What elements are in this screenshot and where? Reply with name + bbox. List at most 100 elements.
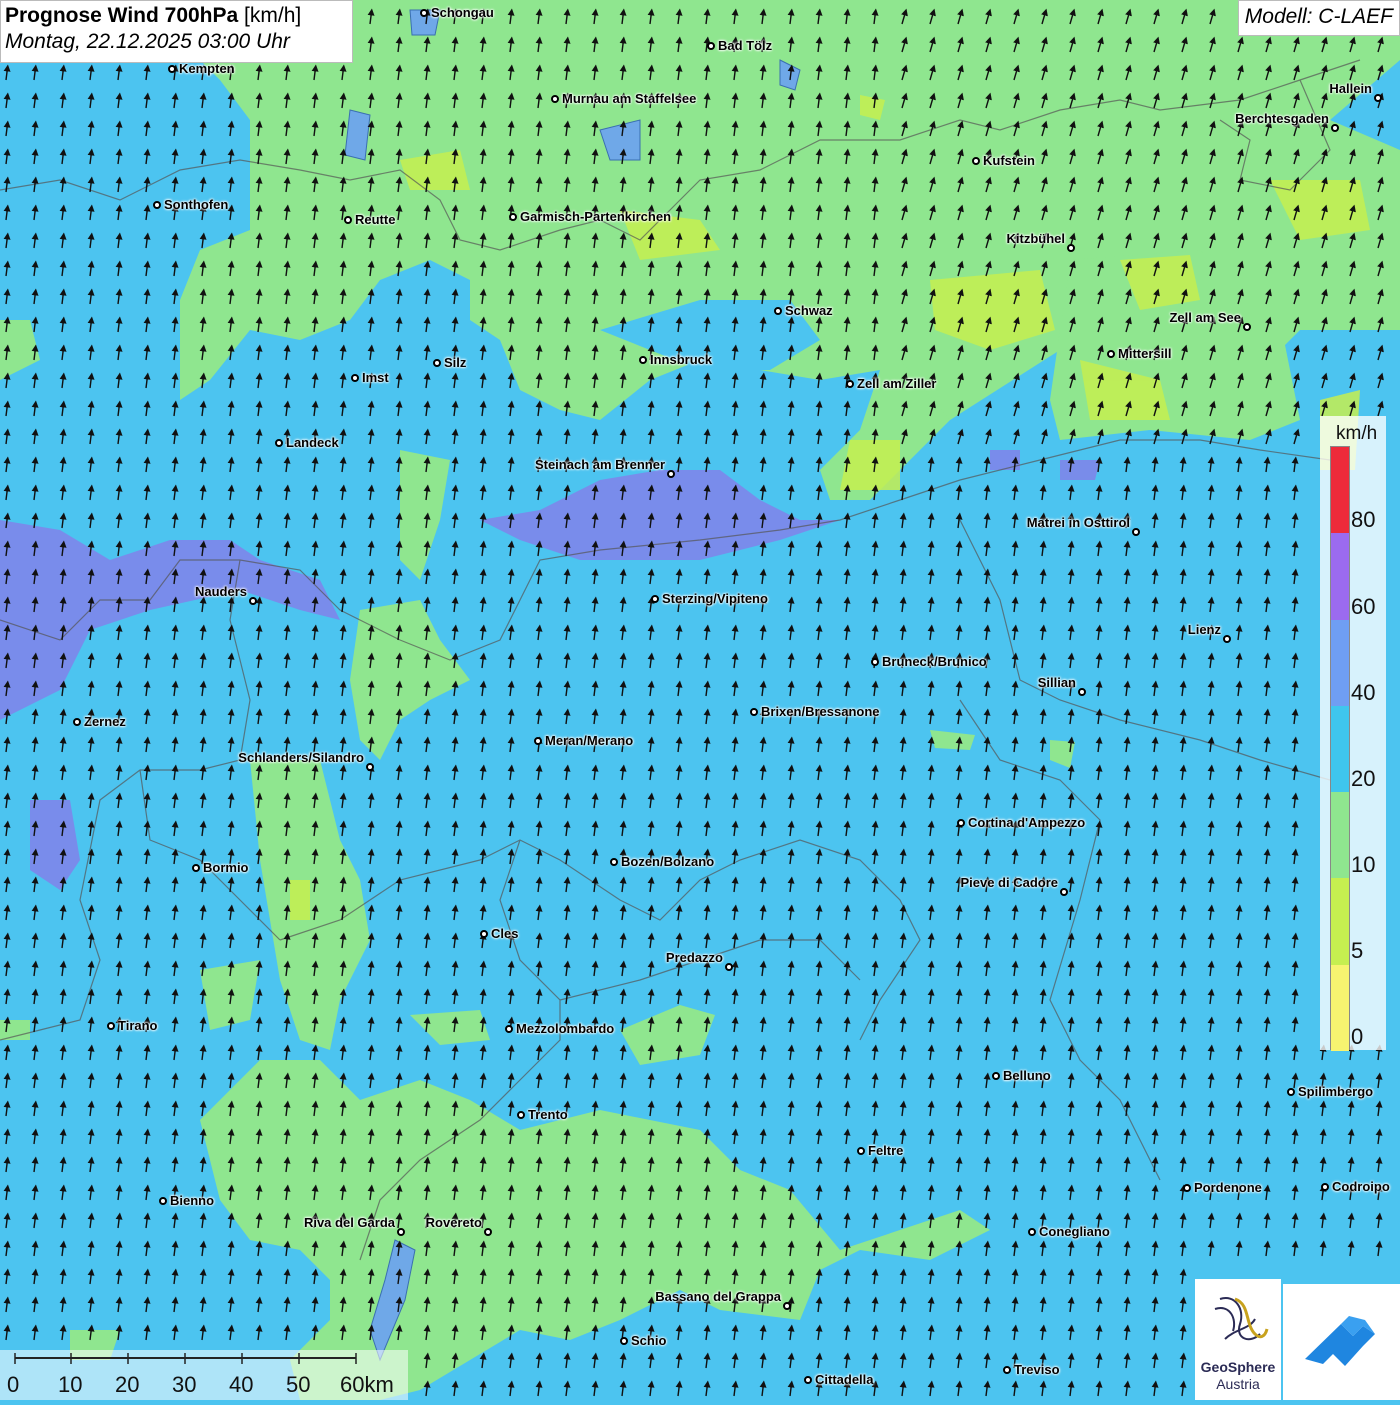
geosphere-emblem-icon — [1214, 1297, 1269, 1341]
city-label: Murnau am Staffelsee — [562, 91, 697, 106]
city-label: Meran/Merano — [545, 733, 634, 748]
city-label: Spilimbergo — [1298, 1084, 1374, 1099]
city-label: Treviso — [1014, 1362, 1060, 1377]
city-marker — [846, 380, 854, 388]
city-label: Zell am See — [1169, 310, 1241, 325]
city-label: Kufstein — [983, 153, 1035, 168]
city-label: Silz — [444, 355, 467, 370]
legend-segment — [1331, 792, 1349, 879]
city-marker — [972, 157, 980, 165]
city-marker — [551, 95, 559, 103]
city-marker — [397, 1228, 405, 1236]
scale-label: 0 — [7, 1372, 20, 1397]
city-marker — [1132, 528, 1140, 536]
legend-colorbar — [1330, 446, 1350, 1051]
city-label: Sonthofen — [164, 197, 229, 212]
city-label: Feltre — [868, 1143, 904, 1158]
city-marker — [639, 356, 647, 364]
city-marker — [804, 1376, 812, 1384]
city-marker — [505, 1025, 513, 1033]
city-marker — [750, 708, 758, 716]
city-label: Pieve di Cadore — [960, 875, 1058, 890]
city-label: Bormio — [203, 860, 249, 875]
city-marker — [1060, 888, 1068, 896]
legend-label: 60 — [1351, 594, 1376, 619]
city-marker — [1374, 94, 1382, 102]
scale-label: 40 — [229, 1372, 254, 1397]
city-label: Schio — [631, 1333, 667, 1348]
legend-label: 40 — [1351, 680, 1376, 705]
city-marker — [725, 963, 733, 971]
city-label: Tirano — [118, 1018, 158, 1033]
city-label: Garmisch-Partenkirchen — [520, 209, 672, 224]
city-marker — [509, 213, 517, 221]
city-label: Lienz — [1187, 622, 1221, 637]
weather-app-logo — [1283, 1284, 1400, 1400]
scale-label: 30 — [172, 1372, 197, 1397]
city-label: Cittadella — [815, 1372, 874, 1387]
city-label: Kempten — [179, 61, 235, 76]
city-marker — [1331, 124, 1339, 132]
city-label: Sterzing/Vipiteno — [662, 591, 768, 606]
city-label: Schwaz — [785, 303, 833, 318]
city-label: Sillian — [1037, 675, 1076, 690]
title-unit: [km/h] — [244, 4, 302, 27]
legend-segment — [1331, 964, 1349, 1051]
city-label: Brixen/Bressanone — [761, 704, 880, 719]
city-marker — [534, 737, 542, 745]
city-label: Zernez — [84, 714, 126, 729]
city-marker — [620, 1337, 628, 1345]
city-label: Hallein — [1329, 81, 1372, 96]
city-marker — [1223, 635, 1231, 643]
legend-segment — [1331, 619, 1349, 706]
city-label: Cortina d'Ampezzo — [968, 815, 1086, 830]
city-marker — [344, 216, 352, 224]
city-marker — [651, 595, 659, 603]
city-marker — [480, 930, 488, 938]
city-marker — [73, 718, 81, 726]
city-label: Riva del Garda — [303, 1215, 395, 1230]
title-main: Prognose Wind 700hPa — [5, 4, 239, 27]
city-label: Predazzo — [665, 950, 723, 965]
city-label: Reutte — [355, 212, 396, 227]
city-label: Belluno — [1003, 1068, 1051, 1083]
legend-segment — [1331, 878, 1349, 965]
city-marker — [1003, 1366, 1011, 1374]
city-marker — [857, 1147, 865, 1155]
city-label: Bad Tölz — [718, 38, 773, 53]
city-label: Mezzolombardo — [516, 1021, 615, 1036]
city-label: Codroipo — [1332, 1179, 1390, 1194]
city-marker — [366, 763, 374, 771]
city-label: Nauders — [194, 584, 247, 599]
scale-label: 60km — [340, 1372, 394, 1397]
scale-label: 10 — [58, 1372, 83, 1397]
legend-label: 0 — [1351, 1024, 1364, 1049]
city-label: Innsbruck — [650, 352, 713, 367]
forecast-time: Montag, 22.12.2025 03:00 Uhr — [5, 30, 290, 53]
city-marker — [275, 439, 283, 447]
city-label: Pordenone — [1194, 1180, 1262, 1195]
city-marker — [992, 1072, 1000, 1080]
city-label: Matrei in Osttirol — [1026, 515, 1130, 530]
legend-label: 20 — [1351, 766, 1376, 791]
city-marker — [249, 597, 257, 605]
city-label: Mittersill — [1118, 346, 1172, 361]
weather-app-logo-icon — [1305, 1316, 1375, 1366]
city-label: Conegliano — [1039, 1224, 1110, 1239]
city-marker — [107, 1022, 115, 1030]
title-box: Prognose Wind 700hPa [km/h] Montag, 22.1… — [0, 0, 353, 63]
map-title: Prognose Wind 700hPa [km/h] — [5, 4, 348, 28]
city-marker — [1067, 244, 1075, 252]
city-marker — [1243, 323, 1251, 331]
scale-label: 50 — [286, 1372, 311, 1397]
city-marker — [707, 42, 715, 50]
city-marker — [1183, 1184, 1191, 1192]
city-label: Bozen/Bolzano — [621, 854, 715, 869]
city-marker — [1078, 688, 1086, 696]
city-marker — [1028, 1228, 1036, 1236]
city-label: Rovereto — [425, 1215, 482, 1230]
city-marker — [433, 359, 441, 367]
city-marker — [484, 1228, 492, 1236]
city-marker — [783, 1302, 791, 1310]
city-marker — [774, 307, 782, 315]
